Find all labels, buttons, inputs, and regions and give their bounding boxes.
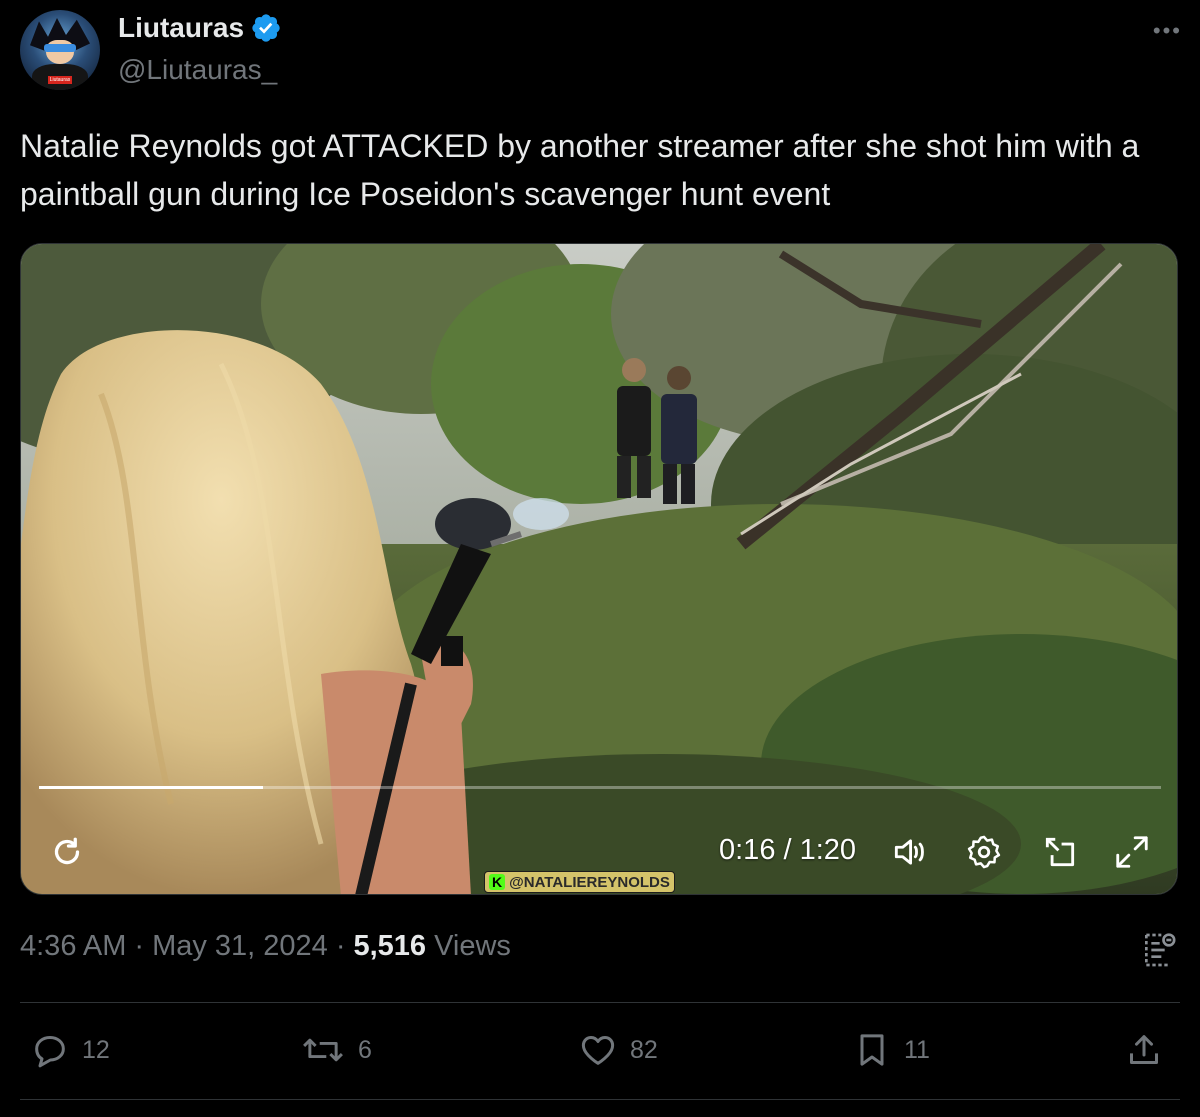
kick-logo: K xyxy=(489,874,506,890)
action-bar: 12 6 82 11 xyxy=(0,1030,1200,1076)
tweet-date[interactable]: May 31, 2024 xyxy=(152,930,328,963)
tweet-text: Natalie Reynolds got ATTACKED by another… xyxy=(20,128,1140,212)
video-watermark: K @NATALIEREYNOLDS xyxy=(484,871,675,893)
like-count: 82 xyxy=(630,1035,658,1064)
author-handle[interactable]: @Liutauras_ xyxy=(118,54,277,86)
reply-button[interactable]: 12 xyxy=(30,1030,110,1070)
repost-icon xyxy=(303,1038,343,1062)
video-progress-fill xyxy=(39,786,264,789)
author-name[interactable]: Liutauras xyxy=(118,12,244,44)
like-button[interactable]: 82 xyxy=(578,1030,658,1070)
heart-icon xyxy=(581,1036,615,1065)
gear-icon[interactable] xyxy=(965,833,1003,871)
tweet-time[interactable]: 4:36 AM xyxy=(20,930,126,963)
tweet: Liutauras Liutauras @Liutauras_ ••• Nata… xyxy=(0,0,1200,1117)
repost-count: 6 xyxy=(358,1035,372,1064)
meta-separator: · xyxy=(134,930,145,962)
volume-icon[interactable] xyxy=(889,833,929,871)
avatar[interactable]: Liutauras xyxy=(20,10,100,90)
divider xyxy=(20,1002,1180,1003)
views-label: Views xyxy=(434,930,511,962)
repost-button[interactable]: 6 xyxy=(300,1030,372,1070)
video-time: 0:16 / 1:20 xyxy=(719,834,857,866)
author-name-row[interactable]: Liutauras xyxy=(118,12,282,44)
tweet-meta: 4:36 AM · May 31, 2024 · 5,516 Views xyxy=(20,930,511,963)
share-icon xyxy=(1130,1035,1158,1064)
divider xyxy=(20,1099,1180,1100)
picture-in-picture-icon[interactable] xyxy=(1041,833,1079,871)
reply-count: 12 xyxy=(82,1035,110,1064)
reply-icon xyxy=(35,1036,65,1068)
bookmark-count: 11 xyxy=(904,1035,930,1064)
video-progress-track[interactable] xyxy=(39,786,1161,789)
video-frame xyxy=(21,244,1177,894)
analytics-icon[interactable] xyxy=(1138,930,1178,970)
video-player[interactable]: 0:16 / 1:20 K @NATALIEREYNOLDS xyxy=(20,243,1178,895)
replay-icon[interactable] xyxy=(49,834,85,870)
views-count: 5,516 xyxy=(353,930,427,962)
fullscreen-icon[interactable] xyxy=(1113,833,1151,871)
bookmark-icon xyxy=(860,1034,884,1066)
avatar-tag: Liutauras xyxy=(48,76,72,84)
bookmark-button[interactable]: 11 xyxy=(852,1030,930,1070)
more-dots-icon[interactable]: ••• xyxy=(1153,18,1182,44)
meta-separator: · xyxy=(335,930,346,962)
verified-badge-icon xyxy=(252,14,280,42)
share-button[interactable] xyxy=(1124,1030,1164,1070)
watermark-text: @NATALIEREYNOLDS xyxy=(509,873,670,891)
